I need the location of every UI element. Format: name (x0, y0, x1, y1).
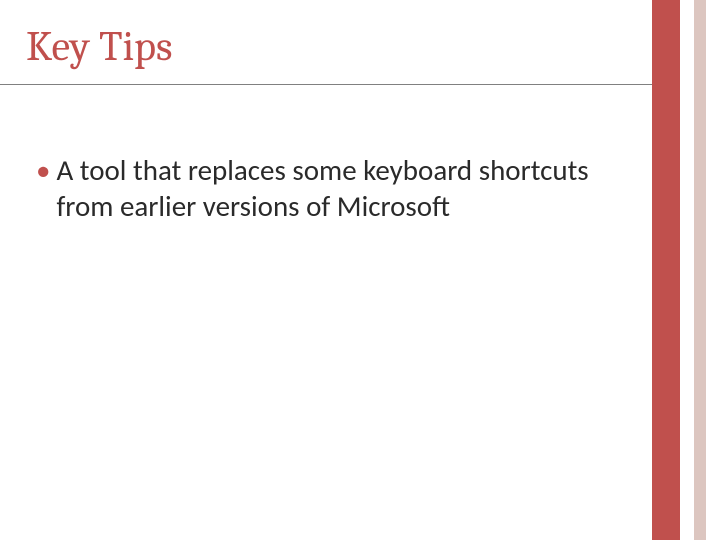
slide-container: Key Tips • A tool that replaces some key… (0, 0, 720, 540)
accent-sidebar (652, 0, 720, 540)
bullet-marker: • (36, 152, 50, 188)
bullet-item: • A tool that replaces some keyboard sho… (36, 152, 600, 225)
bullet-text: A tool that replaces some keyboard short… (56, 152, 600, 225)
content-area: • A tool that replaces some keyboard sho… (36, 152, 600, 225)
accent-right-gap (706, 0, 720, 540)
accent-gap (680, 0, 694, 540)
title-underline (0, 84, 720, 85)
accent-thin-bar (694, 0, 706, 540)
accent-thick-bar (652, 0, 680, 540)
slide-title: Key Tips (26, 22, 172, 71)
